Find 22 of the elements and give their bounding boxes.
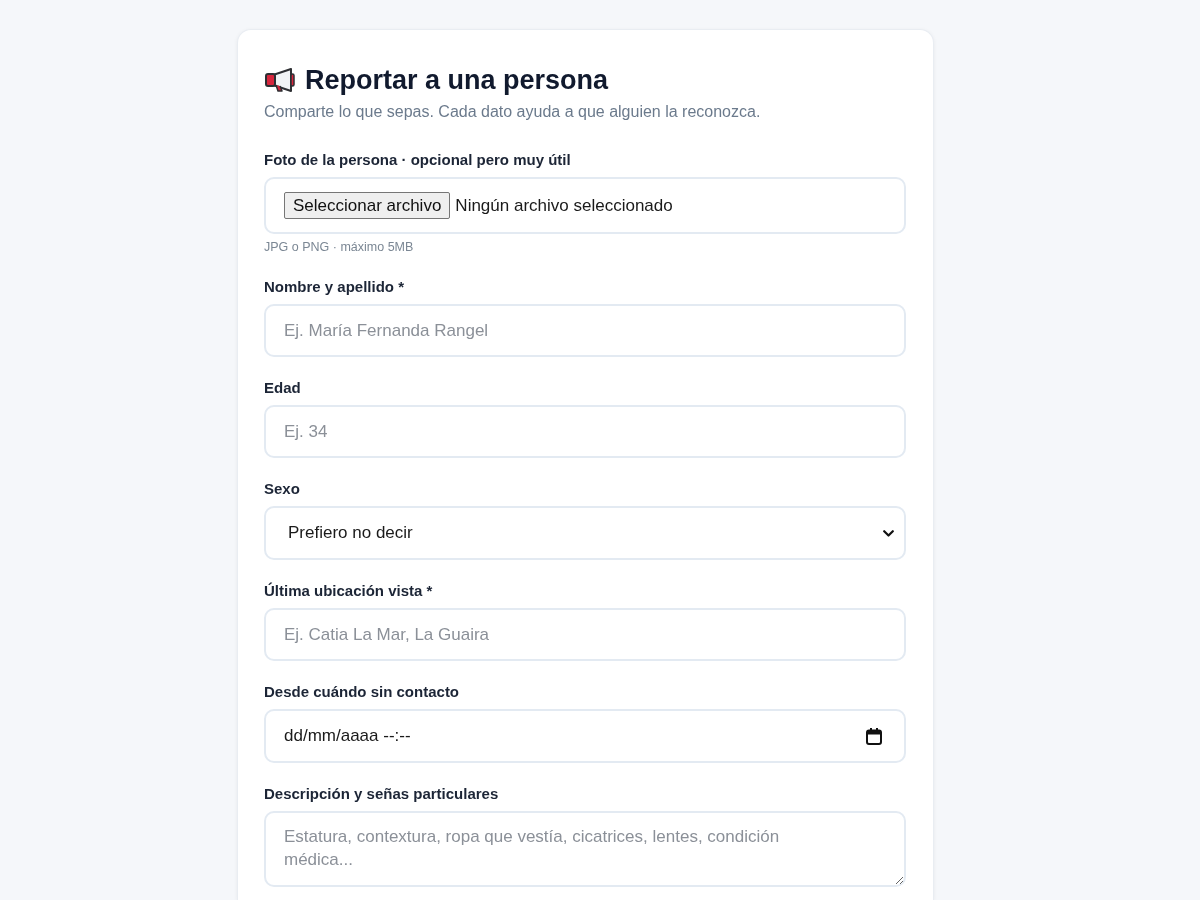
chevron-down-icon[interactable]: [883, 529, 894, 537]
field-label: Nombre y apellido *: [264, 277, 406, 297]
choose-file-button[interactable]: Seleccionar archivo: [284, 192, 451, 219]
calendar-icon[interactable]: [866, 727, 882, 745]
field-hint: JPG o PNG · máximo 5MB: [264, 239, 415, 255]
file-field[interactable]: Seleccionar archivo Ningún archivo seleccionado: [264, 177, 906, 234]
field-label: Sexo: [264, 479, 301, 499]
field-label: Última ubicación vista *: [264, 581, 434, 601]
date-field[interactable]: dd/mm/aaaa --:--: [264, 709, 906, 763]
input-field[interactable]: Ej. 34: [264, 405, 906, 458]
input-field[interactable]: Ej. María Fernanda Rangel: [264, 304, 906, 357]
form-subtitle: Comparte lo que sepas. Cada dato ayuda a que alguien la reconozca.: [264, 102, 762, 122]
select-field[interactable]: Prefiero no decir: [264, 506, 906, 560]
megaphone-icon: [264, 68, 296, 92]
textarea-field[interactable]: Estatura, contextura, ropa que vestía, cicatrices, lentes, condición médica...: [264, 811, 906, 887]
form-title: Reportar a una persona: [305, 64, 609, 96]
input-field[interactable]: Ej. Catia La Mar, La Guaira: [264, 608, 906, 661]
field-label: Desde cuándo sin contacto: [264, 682, 461, 702]
file-status-text: Ningún archivo seleccionado: [455, 194, 673, 217]
field-label: Descripción y señas particulares: [264, 784, 500, 804]
field-label: Edad: [264, 378, 302, 398]
field-label: Foto de la persona · opcional pero muy útil: [264, 150, 572, 170]
